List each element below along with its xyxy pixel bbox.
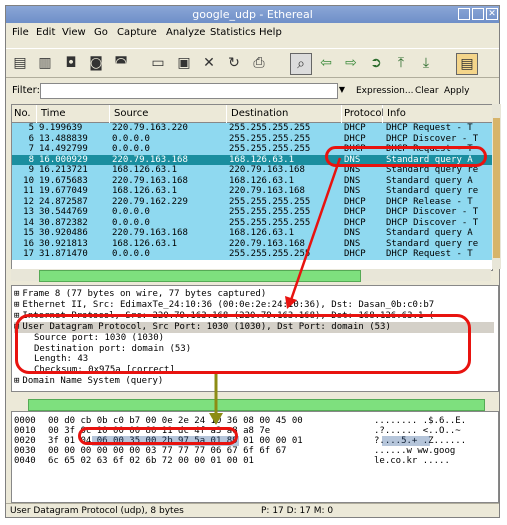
annotation-arrows [209, 157, 342, 425]
